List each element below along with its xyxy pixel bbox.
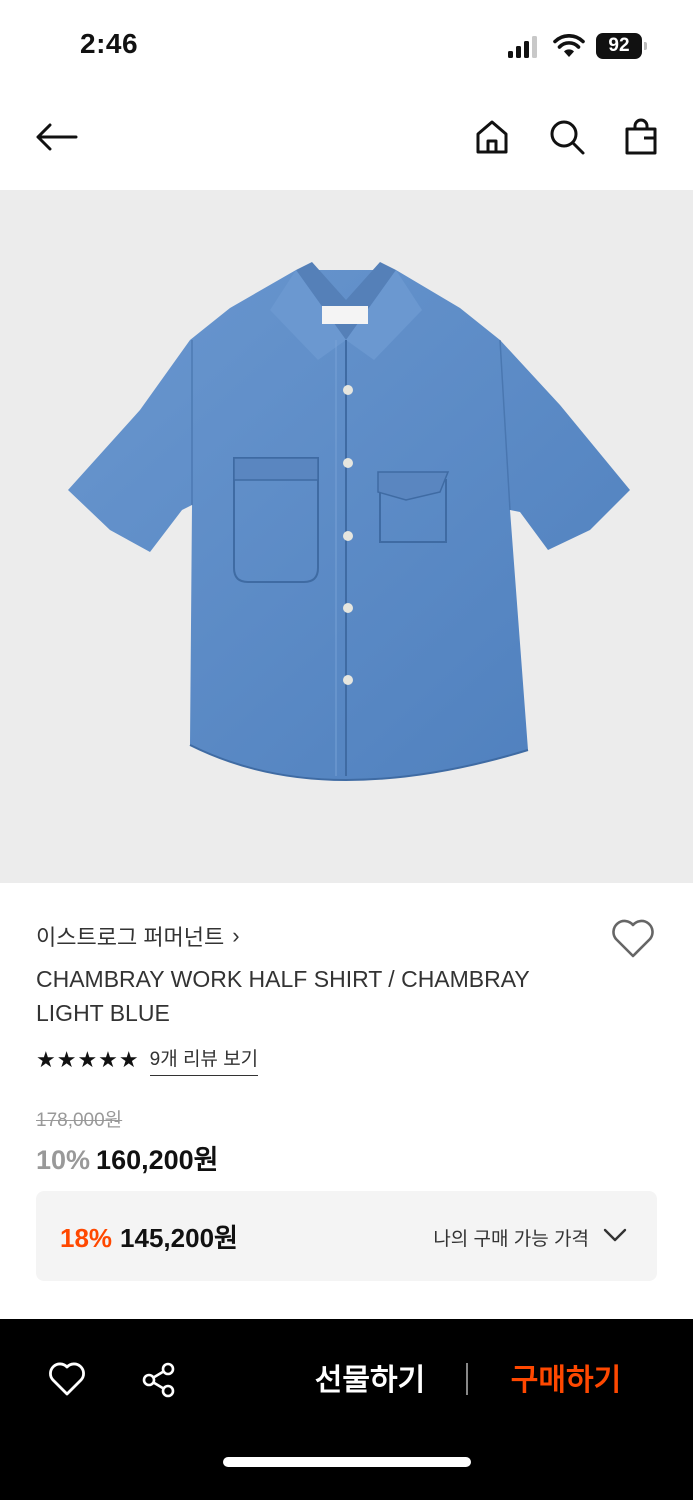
back-button[interactable] xyxy=(32,113,80,161)
divider xyxy=(466,1363,468,1395)
nav-bar xyxy=(0,95,693,185)
home-indicator xyxy=(223,1457,471,1467)
battery-level: 92 xyxy=(596,33,642,59)
sale-price: 160,200원 xyxy=(96,1145,219,1175)
buy-button[interactable]: 구매하기 xyxy=(496,1357,636,1405)
home-button[interactable] xyxy=(468,113,516,161)
share-icon xyxy=(142,1362,175,1398)
my-price: 145,200원 xyxy=(120,1223,238,1253)
wifi-icon xyxy=(553,34,585,57)
shirt-image xyxy=(68,262,630,782)
status-bar: 2:46 92 xyxy=(0,0,693,90)
review-link[interactable]: 9개 리뷰 보기 xyxy=(149,1044,259,1076)
brand-name: 이스트로그 퍼머넌트 xyxy=(36,925,225,950)
chevron-down-icon xyxy=(603,1228,627,1242)
discount-rate: 10% xyxy=(36,1145,91,1175)
star-rating-icon: ★★★★★ xyxy=(36,1047,140,1072)
status-time: 2:46 xyxy=(80,28,139,59)
search-icon xyxy=(550,120,585,155)
original-price: 178,000원 xyxy=(36,1110,123,1131)
share-button[interactable] xyxy=(140,1361,178,1399)
chevron-right-icon: › xyxy=(232,923,240,948)
my-price-box[interactable]: 18% 145,200원 나의 구매 가능 가격 xyxy=(36,1191,657,1281)
cart-button[interactable] xyxy=(617,113,665,161)
search-button[interactable] xyxy=(543,113,591,161)
my-price-label: 나의 구매 가능 가격 xyxy=(433,1229,589,1250)
shopping-bag-icon xyxy=(625,118,657,155)
heart-outline-icon xyxy=(612,919,654,958)
cellular-signal-icon xyxy=(508,36,537,58)
brand-link[interactable]: 이스트로그 퍼머넌트 › xyxy=(36,920,240,952)
price-row: 10% 160,200원 xyxy=(36,1138,219,1177)
bottom-action-bar: 선물하기 구매하기 xyxy=(0,1319,693,1500)
rating-row: ★★★★★ 9개 리뷰 보기 xyxy=(36,1044,259,1076)
heart-outline-icon xyxy=(49,1362,85,1396)
product-title: CHAMBRAY WORK HALF SHIRT / CHAMBRAY LIGH… xyxy=(36,966,530,1026)
gift-button[interactable]: 선물하기 xyxy=(300,1357,440,1405)
battery-icon: 92 xyxy=(596,33,648,59)
my-discount-rate: 18% xyxy=(60,1223,113,1253)
bottom-wishlist-button[interactable] xyxy=(48,1361,86,1397)
arrow-left-icon xyxy=(36,123,78,151)
home-icon xyxy=(476,120,508,154)
wishlist-button[interactable] xyxy=(610,918,656,960)
product-image[interactable] xyxy=(0,190,693,883)
